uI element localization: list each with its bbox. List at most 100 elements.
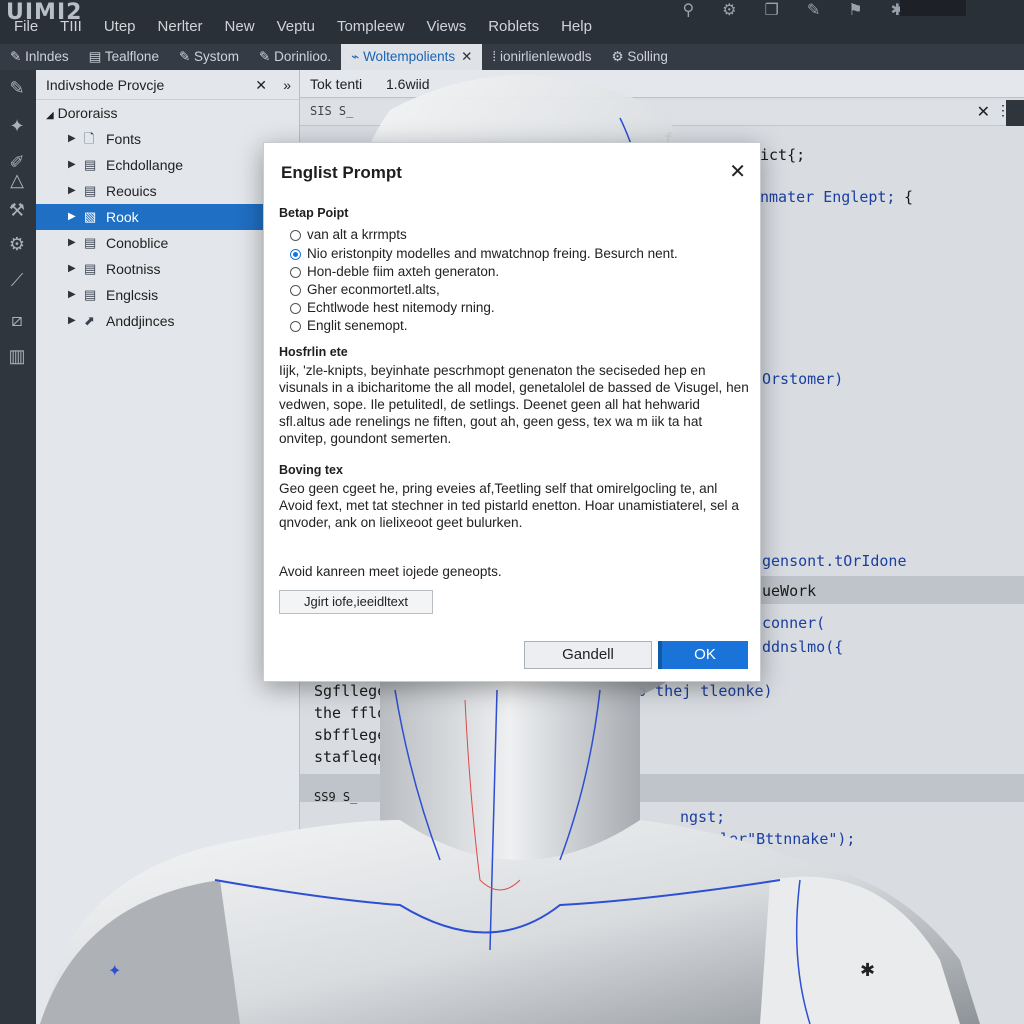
code-line[interactable]: ueWork bbox=[762, 582, 816, 600]
ruler-icon[interactable]: ⧄ bbox=[6, 310, 28, 331]
tree-item-conoblice[interactable]: ▶ ▤ Conoblice bbox=[36, 230, 299, 256]
radio-option[interactable] bbox=[290, 285, 301, 296]
tree-item-reouics[interactable]: ▶ ▤ Reouics bbox=[36, 178, 299, 204]
menu-item[interactable]: Nerlter bbox=[158, 18, 203, 35]
pen-icon: ✎ bbox=[10, 49, 22, 64]
puzzle-icon[interactable]: ✦ bbox=[6, 116, 28, 137]
code-line[interactable]: ler"Bttnnake"); bbox=[720, 830, 855, 848]
pen-icon[interactable]: ✎ bbox=[6, 78, 28, 99]
menu-item[interactable]: Tompleew bbox=[337, 18, 405, 35]
tree-item-echdollange[interactable]: ▶ ▤ Echdollange bbox=[36, 152, 299, 178]
section-title: Hosfrlin ete bbox=[279, 345, 348, 359]
chevron-down-icon[interactable]: ◢ bbox=[46, 110, 54, 121]
close-icon[interactable]: ✕ bbox=[977, 102, 990, 122]
tree-item-rook[interactable]: ▶ ▧ Rook bbox=[36, 204, 299, 230]
chevron-right-icon[interactable]: ▶ bbox=[68, 230, 76, 256]
menu-item[interactable]: Veptu bbox=[277, 18, 315, 35]
file-icon: 🗋 bbox=[84, 131, 95, 146]
activity-bar: ✎ ✦ ✐ △ ⚒ ⚙ ⟋ ⧄ ▥ bbox=[0, 70, 36, 1024]
code-line[interactable]: Orstomer) bbox=[762, 370, 843, 388]
ok-button[interactable]: OK bbox=[658, 641, 748, 669]
tree-item-anddjinces[interactable]: ▶ ⬈ Anddjinces bbox=[36, 308, 299, 334]
code-line[interactable]: conner( bbox=[762, 614, 825, 632]
chevron-right-icon[interactable]: ▶ bbox=[68, 126, 76, 152]
code-line[interactable]: itrp thej tleonke) bbox=[610, 682, 773, 700]
tab-tealflone[interactable]: ▤ Tealflone bbox=[79, 44, 169, 70]
tab-systom[interactable]: ✎ Systom bbox=[169, 44, 249, 70]
tree-item-rootniss[interactable]: ▶ ▤ Rootniss bbox=[36, 256, 299, 282]
note-text: Avoid kanreen meet iojede geneopts. bbox=[279, 564, 502, 579]
radio-option[interactable] bbox=[290, 267, 301, 278]
code-line[interactable]: stafleqe[ bbox=[314, 748, 395, 766]
close-icon[interactable]: ✕ bbox=[255, 70, 267, 100]
tree-item-label: Rook bbox=[106, 209, 139, 225]
tree-item-label: Reouics bbox=[106, 183, 157, 199]
file-icon: ▤ bbox=[84, 235, 97, 250]
code-line[interactable]: ngst; bbox=[680, 808, 725, 826]
chevron-right-icon[interactable]: ▶ bbox=[68, 204, 76, 230]
menu-bar: UIMI2 File TIII Utep Nerlter New Veptu T… bbox=[0, 0, 1024, 44]
radio-option[interactable] bbox=[290, 303, 301, 314]
code-highlight-band bbox=[300, 774, 1024, 802]
wrench-icon[interactable]: ⚒ bbox=[6, 200, 28, 221]
tab-woltempolients[interactable]: ⌁ Woltempolients ✕ bbox=[341, 44, 483, 70]
search-box[interactable] bbox=[900, 0, 966, 16]
chevron-right-icon[interactable]: ▶ bbox=[68, 308, 76, 334]
code-line[interactable]: sbfflegeh bbox=[314, 726, 395, 744]
layout-icon[interactable]: ▥ bbox=[6, 346, 28, 367]
option-label: Nio eristonpity modelles and mwatchnop f… bbox=[307, 246, 678, 261]
copy-icon[interactable]: ❐ bbox=[765, 0, 779, 20]
code-line[interactable]: the ffldn bbox=[314, 704, 395, 722]
menu-item[interactable]: TIII bbox=[60, 18, 82, 35]
tab-label: Systom bbox=[194, 49, 240, 64]
triangle-icon[interactable]: △ bbox=[6, 170, 28, 191]
tree-item-label: Rootniss bbox=[106, 261, 161, 277]
code-line[interactable]: ddnslmo({ bbox=[762, 638, 843, 656]
section-title: Betap Poipt bbox=[279, 206, 349, 220]
tree-item-label: Conoblice bbox=[106, 235, 169, 251]
needle-icon[interactable]: ⟋ bbox=[6, 270, 28, 291]
chevron-right-icon[interactable]: ▶ bbox=[68, 256, 76, 282]
radio-option-selected[interactable] bbox=[290, 249, 301, 260]
cancel-button[interactable]: Gandell bbox=[524, 641, 652, 669]
code-line[interactable]: SS9 S_ bbox=[314, 790, 357, 804]
code-line[interactable]: ict{; bbox=[760, 146, 805, 164]
radio-option[interactable] bbox=[290, 321, 301, 332]
code-line[interactable]: { bbox=[904, 188, 913, 206]
drag-icon: ⁞ bbox=[492, 49, 497, 64]
pen-icon[interactable]: ✎ bbox=[807, 0, 820, 20]
editor-tab[interactable]: 1.6wiid bbox=[386, 70, 430, 98]
tab-dorinlioo[interactable]: ✎ Dorinlioo. bbox=[249, 44, 341, 70]
code-line[interactable]: nmater Englept; bbox=[760, 188, 895, 206]
chevron-right-icon[interactable]: ▶ bbox=[68, 282, 76, 308]
radio-option[interactable] bbox=[290, 230, 301, 241]
code-line[interactable]: gensont.tOrIdone bbox=[762, 552, 907, 570]
tree-item-englcsis[interactable]: ▶ ▤ Englcsis bbox=[36, 282, 299, 308]
gear-icon[interactable]: ⚙ bbox=[722, 0, 736, 20]
menu-help[interactable]: Help bbox=[561, 18, 592, 35]
menu-views[interactable]: Views bbox=[426, 18, 466, 35]
chevron-right-icon[interactable]: ▶ bbox=[68, 178, 76, 204]
tab-ionirlienlewodls[interactable]: ⁞ ionirlienlewodls bbox=[482, 44, 601, 70]
tree-item-fonts[interactable]: ▶ 🗋 Fonts bbox=[36, 126, 299, 152]
tree-root[interactable]: ◢ Dororaiss bbox=[36, 100, 299, 126]
menu-new[interactable]: New bbox=[225, 18, 255, 35]
option-label: Englit senemopt. bbox=[307, 318, 408, 333]
tool-icon[interactable]: ⚙ bbox=[6, 234, 28, 255]
menu-item[interactable]: Roblets bbox=[488, 18, 539, 35]
flag-icon[interactable]: ⚑ bbox=[848, 0, 862, 20]
breadcrumb: SIS S_ bbox=[310, 104, 354, 118]
tab-inlndes[interactable]: ✎ Inlndes bbox=[0, 44, 79, 70]
file-icon: ▤ bbox=[84, 287, 97, 302]
edit-text-button[interactable]: Jgirt iofe,ieeidltext bbox=[279, 590, 433, 614]
pin-icon[interactable]: ⚲ bbox=[682, 0, 694, 20]
chevron-right-icon[interactable]: ▶ bbox=[68, 152, 76, 178]
more-icon[interactable]: » bbox=[283, 70, 291, 100]
close-tab-icon[interactable]: ✕ bbox=[461, 49, 472, 64]
menu-file[interactable]: File bbox=[14, 18, 38, 35]
menu-item[interactable]: Utep bbox=[104, 18, 136, 35]
code-line[interactable]: Sgflleger bbox=[314, 682, 395, 700]
tab-solling[interactable]: ⚙ Solling bbox=[602, 44, 678, 70]
editor-tab[interactable]: Tok tenti bbox=[300, 70, 372, 98]
close-icon[interactable]: ✕ bbox=[729, 159, 746, 184]
